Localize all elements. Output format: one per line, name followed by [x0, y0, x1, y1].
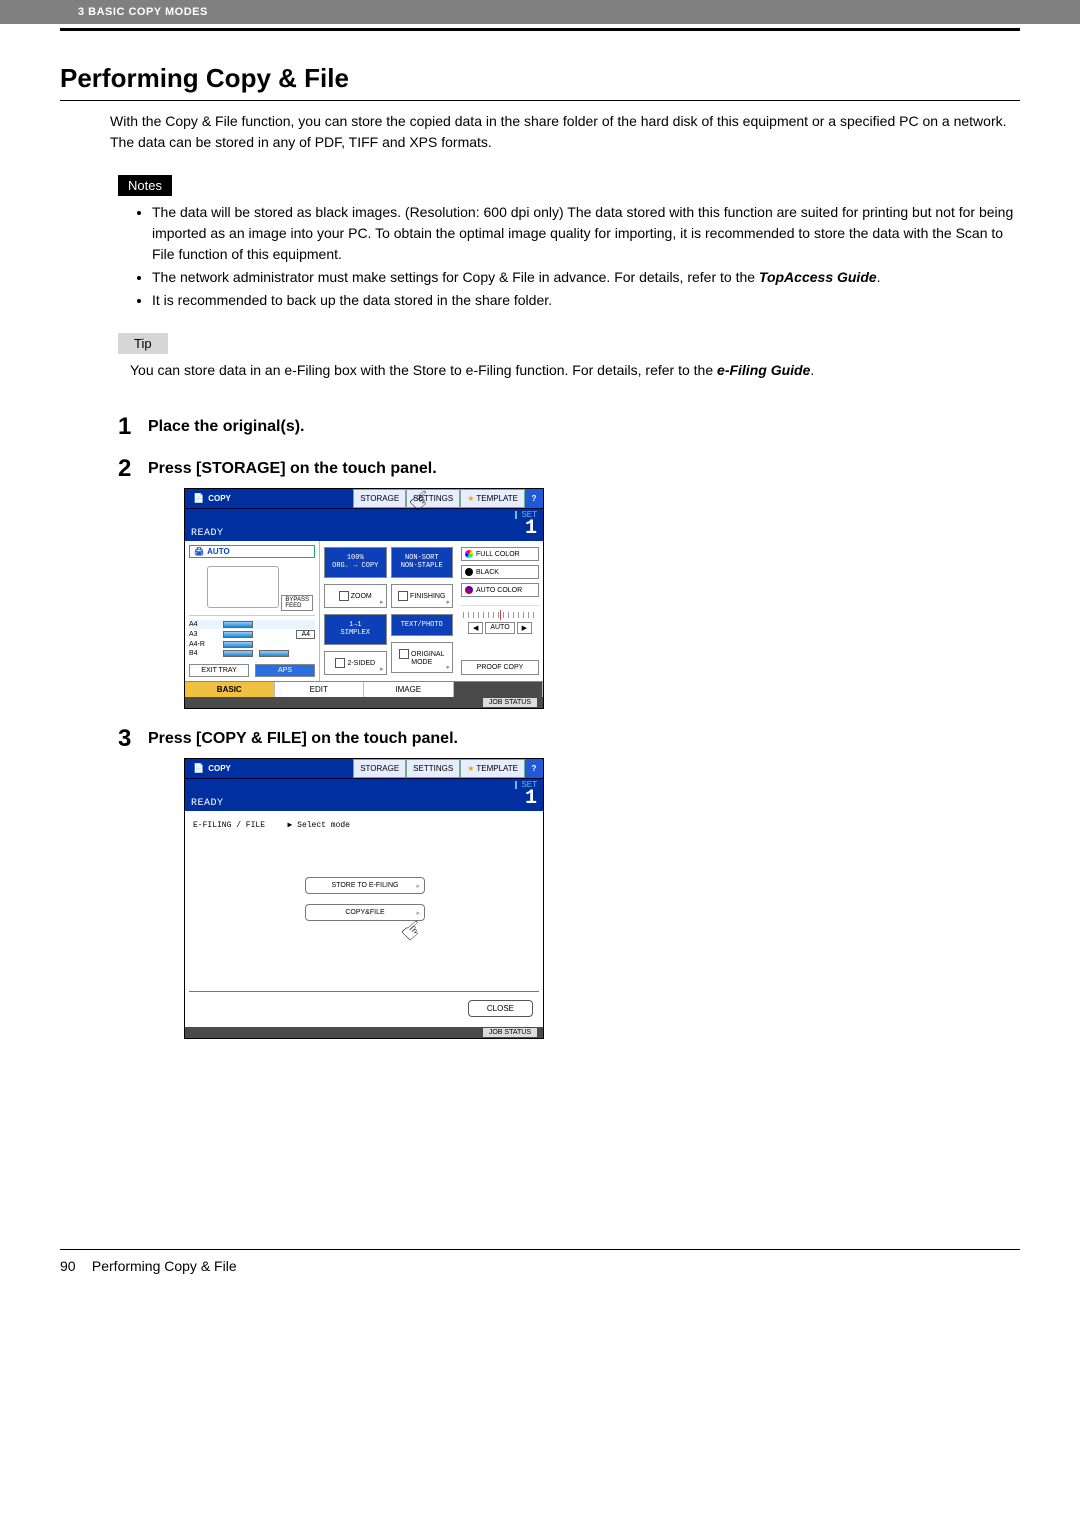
title-rule	[60, 100, 1020, 101]
help-button[interactable]: ?	[525, 489, 543, 508]
step-title: Place the original(s).	[148, 418, 1020, 436]
finishing-button[interactable]: FINISHING	[391, 584, 454, 608]
auto-color-button[interactable]: AUTO COLOR	[461, 583, 539, 597]
notes-list: The data will be stored as black images.…	[110, 202, 1020, 311]
store-to-efiling-button[interactable]: STORE TO E-FILING	[305, 877, 425, 894]
copy-count: 1	[515, 519, 537, 539]
tray-list: A4 A3A4 A4-R B4	[189, 620, 315, 658]
efiling-file-label: E-FILING / FILE	[193, 821, 265, 830]
intro-paragraph: With the Copy & File function, you can s…	[110, 111, 1020, 153]
original-mode-button[interactable]: ORIGINAL MODE	[391, 642, 454, 673]
notes-item: It is recommended to back up the data st…	[152, 290, 1020, 311]
notes-label: Notes	[118, 175, 172, 196]
job-status-bar[interactable]: JOB STATUS	[185, 697, 543, 708]
step-number: 1	[118, 415, 148, 439]
simplex-value: 1→1 SIMPLEX	[324, 614, 387, 645]
page-title: Performing Copy & File	[60, 37, 1020, 100]
two-sided-button[interactable]: 2-SIDED	[324, 651, 387, 675]
status-ready: READY	[191, 528, 224, 539]
text-photo-value: TEXT/PHOTO	[391, 614, 454, 636]
step-title: Press [STORAGE] on the touch panel.	[148, 460, 1020, 478]
touch-panel-screenshot-1: COPY STORAGE SETTINGS TEMPLATE ? READY S…	[184, 488, 544, 709]
basic-tab[interactable]: BASIC	[185, 682, 275, 697]
tray-row[interactable]: A3A4	[189, 629, 315, 640]
page-footer: 90 Performing Copy & File	[60, 1250, 1020, 1274]
job-status-bar[interactable]: JOB STATUS	[185, 1027, 543, 1038]
copy-and-file-button[interactable]: COPY&FILE	[305, 904, 425, 921]
header-rule	[60, 28, 1020, 31]
step-title: Press [COPY & FILE] on the touch panel.	[148, 730, 1020, 748]
copy-mode-tab[interactable]: COPY	[185, 759, 239, 778]
notes-item: The data will be stored as black images.…	[152, 202, 1020, 265]
notes-item: The network administrator must make sett…	[152, 267, 1020, 288]
density-auto-button[interactable]: AUTO	[485, 622, 514, 634]
close-button[interactable]: CLOSE	[468, 1000, 533, 1017]
page-number: 90	[60, 1258, 88, 1274]
tip-text: You can store data in an e-Filing box wi…	[110, 360, 1020, 381]
proof-copy-button[interactable]: PROOF COPY	[461, 660, 539, 675]
aps-button[interactable]: APS	[255, 664, 315, 677]
edit-tab[interactable]: EDIT	[275, 682, 365, 697]
step-1: 1 Place the original(s).	[118, 415, 1020, 439]
help-button[interactable]: ?	[525, 759, 543, 778]
tab-spacer	[454, 682, 544, 697]
touch-panel-screenshot-2: COPY STORAGE SETTINGS TEMPLATE ? READY S…	[184, 758, 544, 1039]
black-button[interactable]: BLACK	[461, 565, 539, 579]
step-2: 2 Press [STORAGE] on the touch panel. CO…	[118, 457, 1020, 709]
auto-paper-button[interactable]: AUTO	[189, 545, 315, 558]
full-color-button[interactable]: FULL COLOR	[461, 547, 539, 561]
tray-row[interactable]: B4	[189, 649, 315, 658]
chapter-header-text: 3 BASIC COPY MODES	[18, 6, 1080, 18]
exit-tray-button[interactable]: EXIT TRAY	[189, 664, 249, 677]
template-button[interactable]: TEMPLATE	[460, 759, 525, 778]
step-3: 3 Press [COPY & FILE] on the touch panel…	[118, 727, 1020, 1039]
settings-button[interactable]: SETTINGS	[406, 489, 460, 508]
zoom-button[interactable]: ZOOM	[324, 584, 387, 608]
select-mode-label: Select mode	[288, 821, 350, 830]
density-slider[interactable]: ◀AUTO▶	[461, 605, 539, 634]
zoom-value: 100% ORG. → COPY	[324, 547, 387, 578]
image-tab[interactable]: IMAGE	[364, 682, 454, 697]
step-number: 2	[118, 457, 148, 481]
footer-title: Performing Copy & File	[92, 1258, 237, 1274]
copy-count: 1	[515, 789, 537, 809]
tray-row[interactable]: A4	[189, 620, 315, 629]
chapter-header: 3 BASIC COPY MODES	[0, 0, 1080, 24]
storage-button[interactable]: STORAGE	[353, 489, 406, 508]
finishing-value: NON-SORT NON-STAPLE	[391, 547, 454, 578]
copy-mode-tab[interactable]: COPY	[185, 489, 239, 508]
storage-button[interactable]: STORAGE	[353, 759, 406, 778]
status-ready: READY	[191, 798, 224, 809]
step-number: 3	[118, 727, 148, 751]
template-button[interactable]: TEMPLATE	[460, 489, 525, 508]
density-left-icon[interactable]: ◀	[468, 622, 483, 634]
printer-icon	[189, 560, 315, 616]
tray-row[interactable]: A4-R	[189, 640, 315, 649]
tip-label: Tip	[118, 333, 168, 354]
density-right-icon[interactable]: ▶	[517, 622, 532, 634]
settings-button[interactable]: SETTINGS	[406, 759, 460, 778]
